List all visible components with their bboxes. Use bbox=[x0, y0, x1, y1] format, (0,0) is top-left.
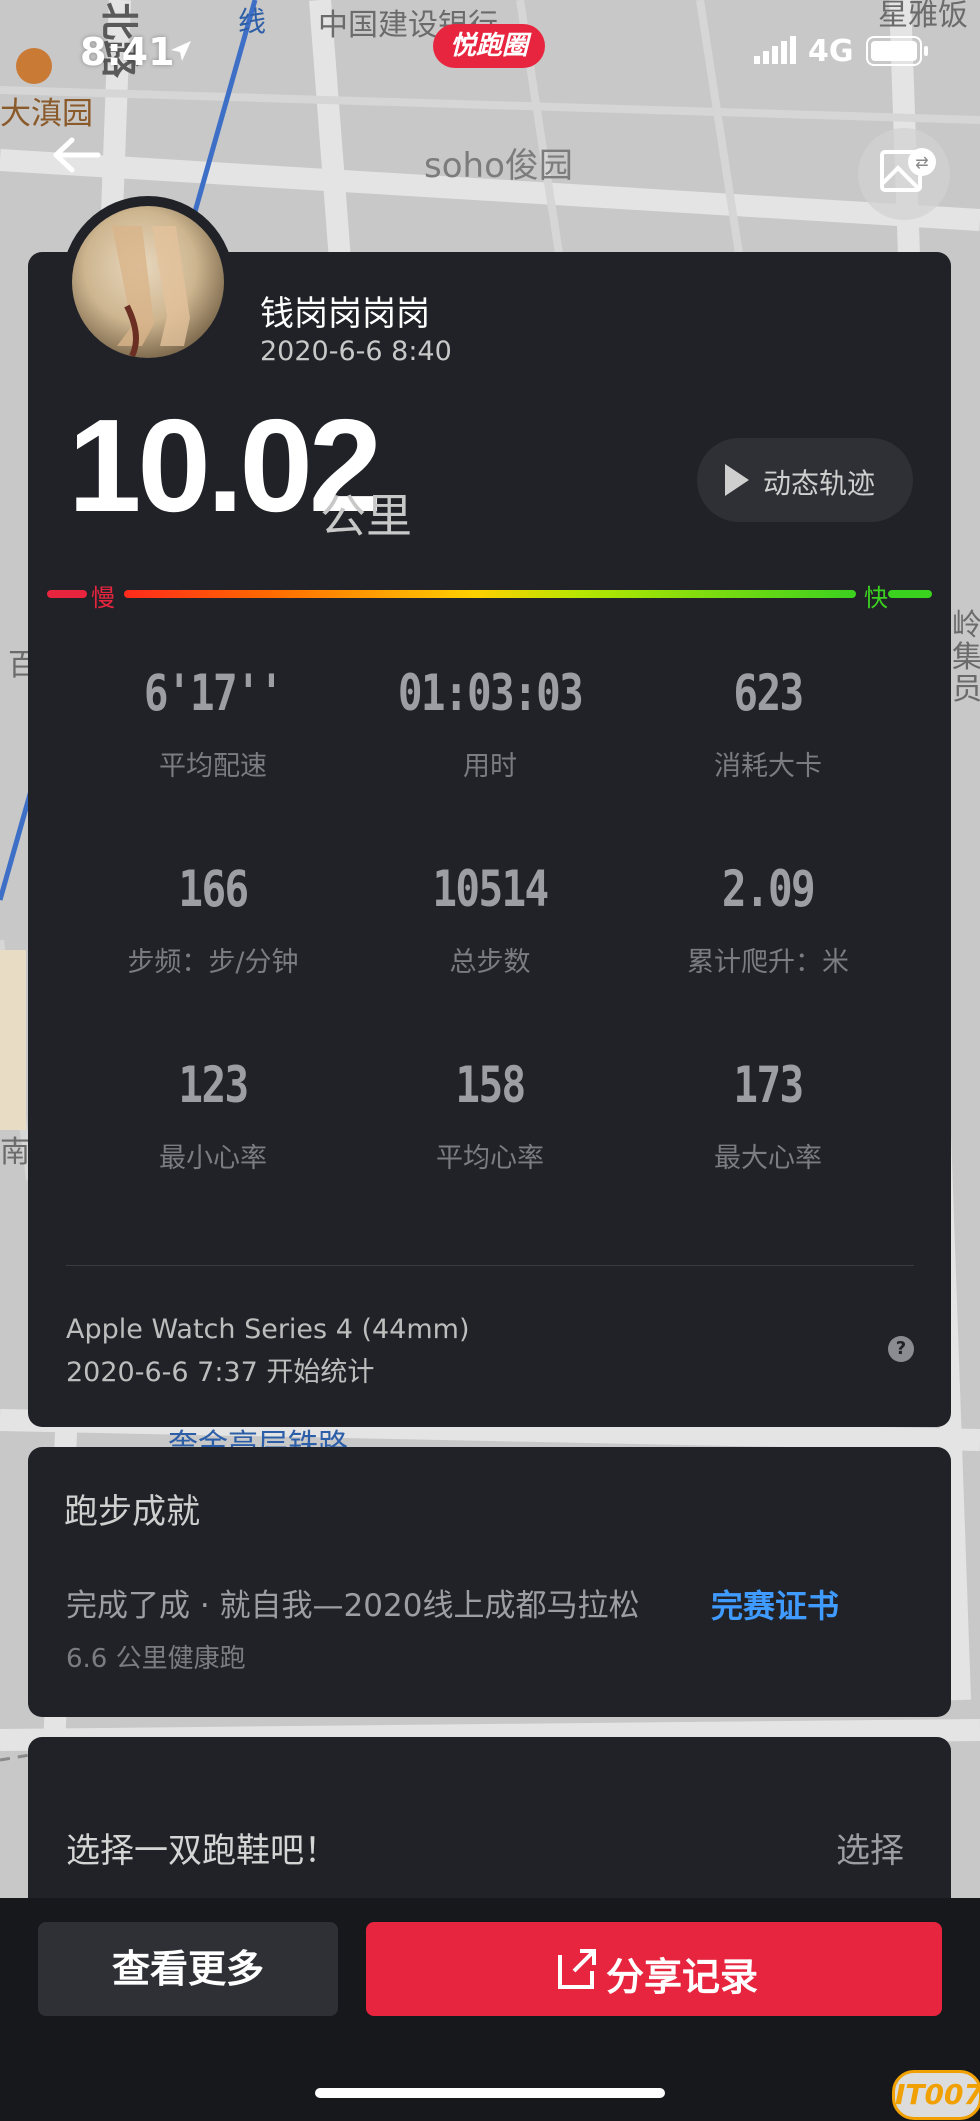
run-datetime: 2020-6-6 8:40 bbox=[260, 336, 452, 367]
status-bar: 8:41 悦跑圈 4G bbox=[0, 20, 980, 90]
stat-label: 总步数 bbox=[449, 947, 531, 978]
certificate-link[interactable]: 完赛证书 bbox=[711, 1581, 839, 1627]
distance-unit: 公里 bbox=[320, 489, 412, 543]
stat-duration: 01:03:03 用时 bbox=[370, 664, 610, 783]
map-label-dadian: 大滇园 bbox=[0, 96, 93, 132]
select-shoe-button[interactable]: 选择 bbox=[836, 1823, 904, 1872]
stat-calories: 623 消耗大卡 bbox=[648, 664, 888, 783]
stat-max-heart-rate: 173 最大心率 bbox=[648, 1056, 888, 1175]
watermark-logo: IT007 bbox=[892, 2070, 980, 2120]
stat-value: 166 bbox=[178, 860, 249, 918]
stat-elevation-gain: 2.09 累计爬升：米 bbox=[648, 860, 888, 979]
card-divider bbox=[66, 1265, 914, 1266]
stat-value: 123 bbox=[178, 1056, 249, 1114]
stat-label: 最小心率 bbox=[159, 1143, 267, 1174]
achievement-text: 完成了成 · 就自我—2020线上成都马拉松 bbox=[66, 1588, 640, 1624]
status-time: 8:41 bbox=[80, 30, 175, 74]
stat-label: 平均配速 bbox=[159, 751, 267, 782]
stat-label: 步频：步/分钟 bbox=[127, 947, 299, 978]
pace-fast-label: 快 bbox=[864, 584, 888, 612]
network-type: 4G bbox=[808, 34, 854, 69]
image-icon: ⇄ bbox=[880, 148, 936, 192]
view-more-button[interactable]: 查看更多 bbox=[38, 1922, 338, 2016]
stat-min-heart-rate: 123 最小心率 bbox=[93, 1056, 333, 1175]
username: 钱岗岗岗岗 bbox=[260, 294, 430, 334]
svg-text:⇄: ⇄ bbox=[915, 155, 928, 172]
stat-label: 平均心率 bbox=[436, 1143, 544, 1174]
map-label-soho: soho俊园 bbox=[424, 146, 573, 186]
share-icon bbox=[558, 1949, 596, 1989]
map-image-button[interactable]: ⇄ bbox=[858, 128, 950, 220]
stat-label: 消耗大卡 bbox=[714, 751, 822, 782]
map-label-yuan: 员 bbox=[952, 672, 980, 707]
stat-value: 6'17'' bbox=[143, 664, 284, 722]
battery-icon bbox=[866, 36, 928, 66]
share-record-button[interactable]: 分享记录 bbox=[366, 1922, 942, 2016]
stat-value: 2.09 bbox=[721, 860, 816, 918]
stat-cadence: 166 步频：步/分钟 bbox=[93, 860, 333, 979]
achievement-title: 跑步成就 bbox=[64, 1492, 200, 1532]
play-icon bbox=[725, 464, 749, 496]
share-record-label: 分享记录 bbox=[606, 1955, 759, 1999]
back-arrow-icon[interactable] bbox=[36, 130, 106, 180]
stat-value: 10514 bbox=[432, 860, 549, 918]
signal-icon bbox=[754, 36, 796, 64]
dynamic-track-label: 动态轨迹 bbox=[763, 467, 876, 500]
device-name: Apple Watch Series 4 (44mm) bbox=[66, 1314, 470, 1345]
pace-gradient-bar bbox=[124, 590, 856, 598]
pace-bar-slow bbox=[47, 590, 87, 598]
stat-avg-pace: 6'17'' 平均配速 bbox=[93, 664, 333, 783]
record-start-time: 2020-6-6 7:37 开始统计 bbox=[66, 1357, 375, 1388]
stat-value: 623 bbox=[733, 664, 804, 722]
stat-avg-heart-rate: 158 平均心率 bbox=[370, 1056, 610, 1175]
shoe-prompt: 选择一双跑鞋吧！ bbox=[66, 1831, 338, 1871]
dynamic-track-button[interactable]: 动态轨迹 bbox=[697, 438, 913, 522]
stat-label: 累计爬升：米 bbox=[687, 947, 849, 978]
stat-label: 最大心率 bbox=[714, 1143, 822, 1174]
achievement-subtext: 6.6 公里健康跑 bbox=[66, 1644, 246, 1674]
stat-value: 01:03:03 bbox=[397, 664, 584, 722]
stat-value: 173 bbox=[733, 1056, 804, 1114]
home-indicator[interactable] bbox=[315, 2088, 665, 2098]
avatar-image bbox=[72, 206, 224, 358]
stat-label: 用时 bbox=[463, 751, 517, 782]
avatar[interactable] bbox=[62, 196, 234, 368]
location-arrow-icon bbox=[171, 41, 191, 61]
pace-bar-fast bbox=[888, 590, 932, 598]
help-icon[interactable]: ? bbox=[888, 1336, 914, 1362]
stat-value: 158 bbox=[455, 1056, 526, 1114]
stat-total-steps: 10514 总步数 bbox=[370, 860, 610, 979]
app-logo-badge: 悦跑圈 bbox=[433, 24, 545, 68]
pace-slow-label: 慢 bbox=[91, 584, 115, 612]
